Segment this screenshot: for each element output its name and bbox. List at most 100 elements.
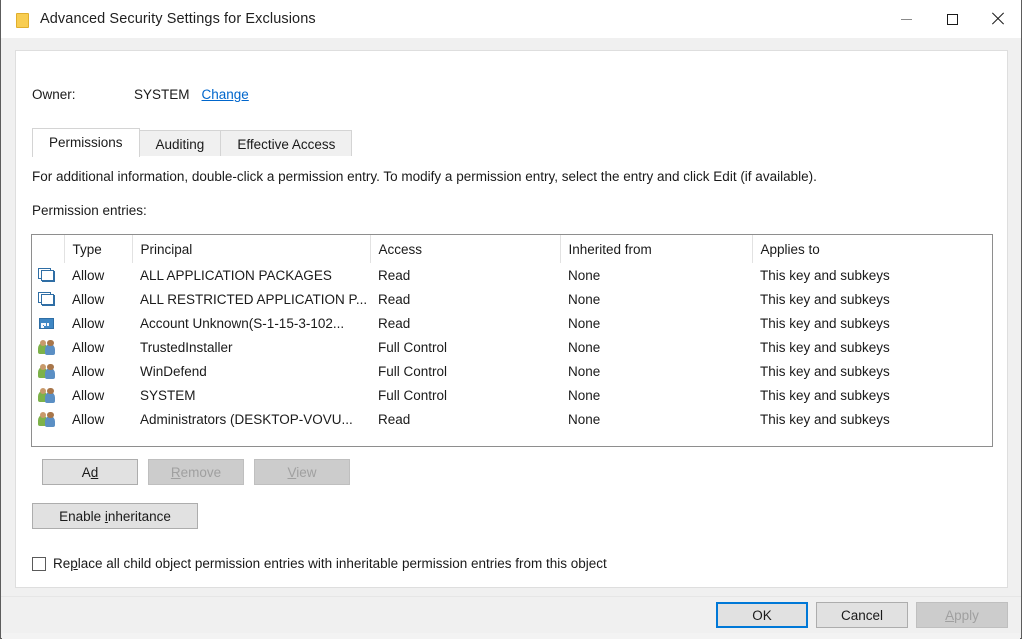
users-icon bbox=[32, 407, 64, 431]
cell-type: Allow bbox=[64, 287, 132, 311]
table-row[interactable]: Allow ALL RESTRICTED APPLICATION P... Re… bbox=[32, 287, 993, 311]
checkbox-label-post: lace all child object permission entries… bbox=[78, 556, 607, 571]
tab-permissions[interactable]: Permissions bbox=[32, 128, 140, 157]
column-header-principal[interactable]: Principal bbox=[132, 235, 370, 263]
cell-principal: TrustedInstaller bbox=[132, 335, 370, 359]
cell-access: Read bbox=[370, 263, 560, 287]
enable-inheritance-button[interactable]: Enable inheritance bbox=[32, 503, 198, 529]
cell-applies-to: This key and subkeys bbox=[752, 287, 993, 311]
app-package-icon bbox=[32, 287, 64, 311]
table-row[interactable]: Allow SYSTEM Full Control None This key … bbox=[32, 383, 993, 407]
remove-label-post: emove bbox=[181, 465, 222, 480]
cell-type: Allow bbox=[64, 407, 132, 431]
apply-label-post: pply bbox=[954, 608, 979, 623]
remove-label-accel: R bbox=[171, 465, 181, 480]
cell-principal: ALL RESTRICTED APPLICATION P... bbox=[132, 287, 370, 311]
background-window-strip bbox=[2, 633, 1020, 639]
inherit-label-post: nheritance bbox=[108, 509, 171, 524]
cell-applies-to: This key and subkeys bbox=[752, 335, 993, 359]
advanced-security-settings-dialog: Advanced Security Settings for Exclusion… bbox=[0, 0, 1022, 639]
cell-applies-to: This key and subkeys bbox=[752, 359, 993, 383]
view-button[interactable]: View bbox=[254, 459, 350, 485]
owner-label: Owner: bbox=[32, 87, 134, 102]
users-icon bbox=[32, 359, 64, 383]
column-header-access[interactable]: Access bbox=[370, 235, 560, 263]
cell-access: Full Control bbox=[370, 359, 560, 383]
permission-entries-label: Permission entries: bbox=[32, 203, 147, 218]
view-label-post: iew bbox=[296, 465, 316, 480]
users-icon bbox=[32, 383, 64, 407]
cell-type: Allow bbox=[64, 335, 132, 359]
cell-principal: WinDefend bbox=[132, 359, 370, 383]
cell-access: Full Control bbox=[370, 335, 560, 359]
add-button[interactable]: Ad bbox=[42, 459, 138, 485]
users-icon bbox=[32, 335, 64, 359]
table-row[interactable]: Allow Account Unknown(S-1-15-3-102... Re… bbox=[32, 311, 993, 335]
cell-inherited-from: None bbox=[560, 311, 752, 335]
apply-button[interactable]: Apply bbox=[916, 602, 1008, 628]
replace-child-permissions-row[interactable]: Replace all child object permission entr… bbox=[32, 556, 607, 571]
add-label-accel: d bbox=[91, 465, 99, 480]
checkbox-label-accel: p bbox=[70, 556, 78, 571]
cell-access: Read bbox=[370, 407, 560, 431]
table-header-row: Type Principal Access Inherited from App… bbox=[32, 235, 993, 263]
content-panel: Owner: SYSTEM Change Permissions Auditin… bbox=[15, 50, 1008, 588]
cell-applies-to: This key and subkeys bbox=[752, 383, 993, 407]
ok-button[interactable]: OK bbox=[716, 602, 808, 628]
column-header-type[interactable]: Type bbox=[64, 235, 132, 263]
cell-applies-to: This key and subkeys bbox=[752, 263, 993, 287]
cell-inherited-from: None bbox=[560, 407, 752, 431]
replace-child-permissions-checkbox[interactable] bbox=[32, 557, 46, 571]
change-owner-link[interactable]: Change bbox=[202, 87, 249, 102]
cell-access: Full Control bbox=[370, 383, 560, 407]
cell-principal: ALL APPLICATION PACKAGES bbox=[132, 263, 370, 287]
maximize-icon[interactable] bbox=[929, 0, 975, 38]
cell-applies-to: This key and subkeys bbox=[752, 407, 993, 431]
cell-type: Allow bbox=[64, 383, 132, 407]
cell-principal: Account Unknown(S-1-15-3-102... bbox=[132, 311, 370, 335]
column-header-icon[interactable] bbox=[32, 235, 64, 263]
cancel-button[interactable]: Cancel bbox=[816, 602, 908, 628]
window-title: Advanced Security Settings for Exclusion… bbox=[40, 11, 316, 27]
view-label-accel: V bbox=[287, 465, 296, 480]
replace-child-permissions-label: Replace all child object permission entr… bbox=[53, 556, 607, 571]
folder-icon bbox=[15, 12, 29, 27]
add-label-pre: A bbox=[82, 465, 91, 480]
cell-inherited-from: None bbox=[560, 359, 752, 383]
tab-effective-access[interactable]: Effective Access bbox=[220, 130, 352, 157]
tab-bar: Permissions Auditing Effective Access bbox=[32, 128, 351, 157]
permission-entries-table: Type Principal Access Inherited from App… bbox=[31, 234, 993, 447]
table-row[interactable]: Allow WinDefend Full Control None This k… bbox=[32, 359, 993, 383]
title-bar: Advanced Security Settings for Exclusion… bbox=[1, 0, 1021, 38]
cell-inherited-from: None bbox=[560, 335, 752, 359]
cell-type: Allow bbox=[64, 311, 132, 335]
owner-value: SYSTEM bbox=[134, 87, 190, 102]
cell-inherited-from: None bbox=[560, 263, 752, 287]
table-row[interactable]: Allow ALL APPLICATION PACKAGES Read None… bbox=[32, 263, 993, 287]
apply-label-accel: A bbox=[945, 608, 954, 623]
checkbox-label-pre: Re bbox=[53, 556, 70, 571]
cell-applies-to: This key and subkeys bbox=[752, 311, 993, 335]
remove-button[interactable]: Remove bbox=[148, 459, 244, 485]
column-header-applies-to[interactable]: Applies to bbox=[752, 235, 993, 263]
cell-type: Allow bbox=[64, 359, 132, 383]
inherit-label-pre: Enable bbox=[59, 509, 105, 524]
cell-principal: SYSTEM bbox=[132, 383, 370, 407]
owner-row: Owner: SYSTEM Change bbox=[32, 87, 249, 102]
tab-underline bbox=[32, 156, 993, 157]
table-row[interactable]: Allow TrustedInstaller Full Control None… bbox=[32, 335, 993, 359]
cell-access: Read bbox=[370, 311, 560, 335]
cell-inherited-from: None bbox=[560, 383, 752, 407]
cell-principal: Administrators (DESKTOP-VOVU... bbox=[132, 407, 370, 431]
tab-auditing[interactable]: Auditing bbox=[139, 130, 222, 157]
cell-access: Read bbox=[370, 287, 560, 311]
minimize-icon[interactable] bbox=[883, 0, 929, 38]
column-header-inherited-from[interactable]: Inherited from bbox=[560, 235, 752, 263]
app-package-icon bbox=[32, 263, 64, 287]
app-package-single-icon bbox=[32, 311, 64, 335]
footer-divider bbox=[1, 596, 1021, 597]
cell-inherited-from: None bbox=[560, 287, 752, 311]
cell-type: Allow bbox=[64, 263, 132, 287]
close-icon[interactable] bbox=[975, 0, 1021, 38]
table-row[interactable]: Allow Administrators (DESKTOP-VOVU... Re… bbox=[32, 407, 993, 431]
